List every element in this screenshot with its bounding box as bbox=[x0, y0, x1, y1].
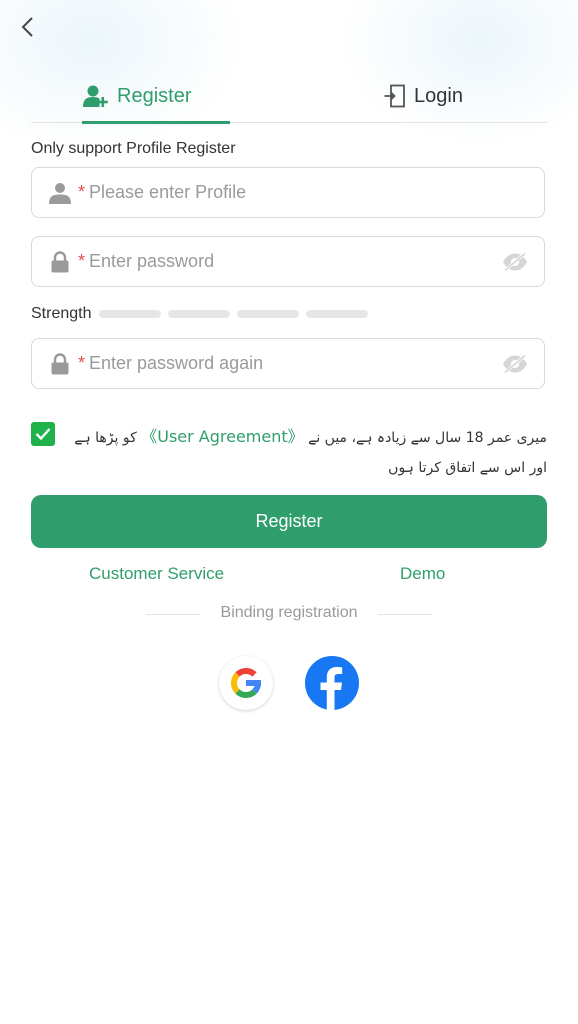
agreement-text-before: میری عمر 18 سال سے زیادہ ہے، میں نے bbox=[308, 430, 547, 446]
check-icon bbox=[35, 428, 51, 441]
required-mark: * bbox=[78, 353, 86, 373]
back-chevron-icon bbox=[21, 17, 33, 37]
user-agreement: میری عمر 18 سال سے زیادہ ہے، میں نے 《Use… bbox=[31, 422, 547, 482]
tab-register[interactable]: Register bbox=[83, 70, 191, 122]
strength-bar bbox=[168, 310, 231, 318]
confirm-password-input[interactable] bbox=[87, 352, 500, 375]
lock-icon bbox=[48, 250, 72, 274]
divider-line-right bbox=[378, 614, 432, 615]
customer-service-link[interactable]: Customer Service bbox=[89, 564, 224, 584]
lock-icon bbox=[48, 352, 72, 376]
strength-bar bbox=[237, 310, 300, 318]
user-icon bbox=[48, 181, 72, 205]
agreement-text: میری عمر 18 سال سے زیادہ ہے، میں نے 《Use… bbox=[71, 422, 547, 483]
tab-register-label: Register bbox=[117, 84, 192, 107]
password-input[interactable] bbox=[87, 250, 500, 273]
binding-registration-label: Binding registration bbox=[220, 604, 358, 621]
required-mark: * bbox=[78, 182, 86, 202]
password-strength: Strength bbox=[31, 304, 375, 324]
back-button[interactable] bbox=[14, 14, 40, 40]
google-login-button[interactable] bbox=[219, 656, 273, 710]
tab-login[interactable]: Login bbox=[384, 70, 463, 122]
active-tab-indicator bbox=[82, 121, 230, 124]
eye-off-icon bbox=[503, 251, 527, 272]
register-button[interactable]: Register bbox=[31, 495, 547, 548]
google-icon bbox=[231, 667, 262, 698]
confirm-password-field: * bbox=[31, 338, 545, 389]
register-hint: Only support Profile Register bbox=[31, 140, 236, 157]
login-door-icon bbox=[384, 84, 405, 108]
confirm-password-visibility-toggle[interactable] bbox=[500, 349, 530, 379]
tab-login-label: Login bbox=[414, 84, 463, 107]
password-field: * bbox=[31, 236, 545, 287]
profile-input[interactable] bbox=[87, 181, 544, 204]
strength-bar bbox=[306, 310, 369, 318]
demo-link[interactable]: Demo bbox=[400, 564, 445, 584]
user-plus-icon bbox=[83, 85, 108, 107]
agreement-checkbox[interactable] bbox=[31, 422, 55, 446]
auth-tabs: Register Login bbox=[31, 70, 547, 124]
user-agreement-link[interactable]: 《User Agreement》 bbox=[141, 427, 303, 446]
strength-label: Strength bbox=[31, 305, 92, 322]
required-mark: * bbox=[78, 251, 86, 271]
facebook-login-button[interactable] bbox=[305, 656, 359, 710]
password-visibility-toggle[interactable] bbox=[500, 247, 530, 277]
facebook-icon bbox=[320, 667, 343, 710]
profile-field: * bbox=[31, 167, 545, 218]
strength-bar bbox=[99, 310, 162, 318]
eye-off-icon bbox=[503, 353, 527, 374]
